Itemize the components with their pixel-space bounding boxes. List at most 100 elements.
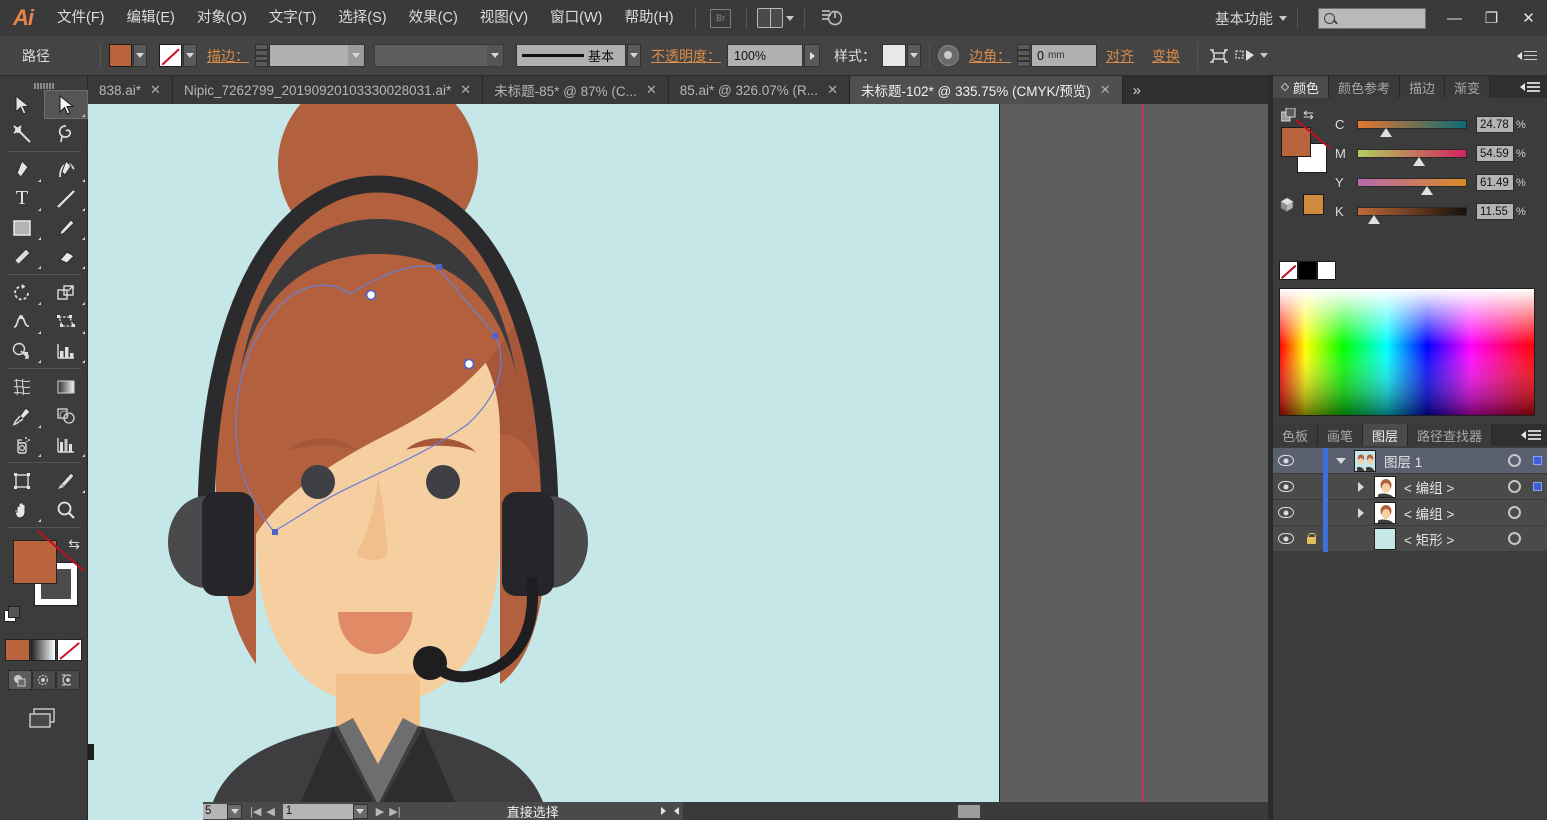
layer-name[interactable]: < 编组 > [1404,477,1502,497]
stroke-weight-up[interactable] [255,44,268,56]
slider-thumb-y[interactable] [1421,186,1434,196]
menu-help[interactable]: 帮助(H) [613,0,684,36]
out-of-gamut-cube-icon[interactable] [1279,197,1295,213]
draw-behind-mode-button[interactable] [32,670,56,690]
free-transform-tool[interactable] [44,307,88,336]
menu-object[interactable]: 对象(O) [186,0,258,36]
eyedropper-tool[interactable] [0,401,44,430]
slider-thumb-c[interactable] [1380,128,1393,138]
slice-tool[interactable] [44,466,88,495]
layer-lock-toggle[interactable] [1299,534,1323,544]
stock-icon[interactable] [815,6,845,30]
symbol-sprayer-tool[interactable] [0,430,44,459]
swap-fill-stroke-icon[interactable]: ⇆ [68,536,80,553]
layer-target-button[interactable] [1502,506,1526,519]
artboard-tool[interactable] [0,466,44,495]
hand-tool[interactable] [0,495,44,524]
eraser-tool[interactable] [44,242,88,271]
corner-down[interactable] [1017,56,1030,68]
layer-name[interactable]: < 矩形 > [1404,529,1502,549]
swatch-white[interactable] [1317,261,1336,280]
stroke-profile-dropdown[interactable] [487,45,503,66]
close-icon[interactable]: ✕ [827,82,838,98]
fill-color-mode-button[interactable] [5,639,30,661]
corner-up[interactable] [1017,44,1030,56]
screen-mode-button[interactable] [0,706,87,730]
paintbrush-tool[interactable] [44,213,88,242]
recolor-artwork-icon[interactable] [938,45,959,66]
workspace-chevron-icon[interactable] [1279,16,1287,21]
bar-graph-tool[interactable] [44,430,88,459]
stroke-label[interactable]: 描边： [207,46,249,66]
corner-label[interactable]: 边角： [969,46,1011,66]
zoom-level-dropdown[interactable] [227,804,242,819]
zoom-level-input[interactable]: 5 [203,804,227,819]
blend-tool[interactable] [44,401,88,430]
first-artboard-button[interactable]: |◀ [250,805,261,818]
rotate-tool[interactable] [0,278,44,307]
horizontal-scroll-thumb[interactable] [958,805,980,818]
channel-value-m[interactable]: 54.59 [1476,145,1514,162]
draw-inside-mode-button[interactable] [56,670,80,690]
bridge-icon[interactable]: Br [706,6,736,30]
none-mode-button[interactable] [57,639,82,661]
toolbar-grip[interactable] [0,76,87,90]
channel-value-y[interactable]: 61.49 [1476,174,1514,191]
channel-value-k[interactable]: 11.55 [1476,203,1514,220]
doc-tab-85ai[interactable]: 85.ai* @ 326.07% (R... ✕ [669,76,850,104]
layer-name[interactable]: 图层 1 [1384,451,1502,471]
layer-visibility-toggle[interactable] [1273,533,1299,544]
rectangle-tool[interactable] [0,213,44,242]
lasso-tool[interactable] [44,119,88,148]
width-tool[interactable] [0,307,44,336]
status-menu-button[interactable] [657,807,670,815]
stroke-weight-dropdown[interactable] [348,45,364,66]
layer-target-button[interactable] [1502,454,1526,467]
corner-radius-stepper[interactable] [1017,44,1030,67]
layer-row-rectangle[interactable]: < 矩形 > [1273,526,1547,552]
stroke-weight-combo[interactable] [269,44,365,67]
color-panel-menu-button[interactable] [1513,76,1547,98]
panel-tab-brushes[interactable]: 画笔 [1318,424,1363,446]
slider-track-c[interactable] [1357,120,1467,129]
transform-button[interactable]: 变换 [1152,46,1180,66]
doc-tab-838[interactable]: 838.ai* ✕ [88,76,173,104]
last-artboard-button[interactable]: ▶| [389,805,400,818]
curvature-tool[interactable] [44,155,88,184]
align-button[interactable]: 对齐 [1106,46,1134,66]
fill-color-control[interactable] [109,44,147,67]
doc-tab-85[interactable]: 未标题-85* @ 87% (C... ✕ [483,76,669,104]
artboard-dropdown[interactable] [353,804,368,819]
opacity-dropdown-button[interactable] [804,44,820,67]
brush-dropdown-button[interactable] [627,44,641,67]
swatch-none[interactable] [1279,261,1298,280]
slider-track-y[interactable] [1357,178,1467,187]
direct-selection-tool[interactable] [44,90,88,119]
menu-type[interactable]: 文字(T) [258,0,328,36]
swatch-black[interactable] [1298,261,1317,280]
layers-panel-menu-button[interactable] [1514,424,1547,446]
panel-tab-layers[interactable]: 图层 [1363,424,1408,446]
isolate-selected-object-icon[interactable] [1206,44,1232,68]
tab-overflow-button[interactable]: » [1123,76,1151,104]
artboard-number-input[interactable]: 1 [283,804,353,819]
line-segment-tool[interactable] [44,184,88,213]
document-arrange-icon[interactable] [757,8,794,28]
mesh-tool[interactable] [0,372,44,401]
column-graph-tool[interactable] [44,336,88,365]
stroke-swatch-none[interactable] [159,44,182,67]
options-panel-menu-button[interactable] [1517,51,1537,61]
menu-edit[interactable]: 编辑(E) [116,0,186,36]
pen-tool[interactable] [0,155,44,184]
scale-tool[interactable] [44,278,88,307]
doc-tab-102[interactable]: 未标题-102* @ 335.75% (CMYK/预览) ✕ [850,76,1123,104]
previous-artboard-button[interactable]: ◀ [266,805,274,818]
opacity-label[interactable]: 不透明度： [651,46,721,66]
draw-normal-mode-button[interactable] [8,670,32,690]
slider-track-m[interactable] [1357,149,1467,158]
close-icon[interactable]: ✕ [460,82,471,98]
doc-tab-nipic[interactable]: Nipic_7262799_20190920103330028031.ai* ✕ [173,76,483,104]
color-panel-fill-swatch[interactable] [1281,127,1311,157]
panel-tab-color-guide[interactable]: 颜色参考 [1329,76,1400,98]
layer-visibility-toggle[interactable] [1273,507,1299,518]
